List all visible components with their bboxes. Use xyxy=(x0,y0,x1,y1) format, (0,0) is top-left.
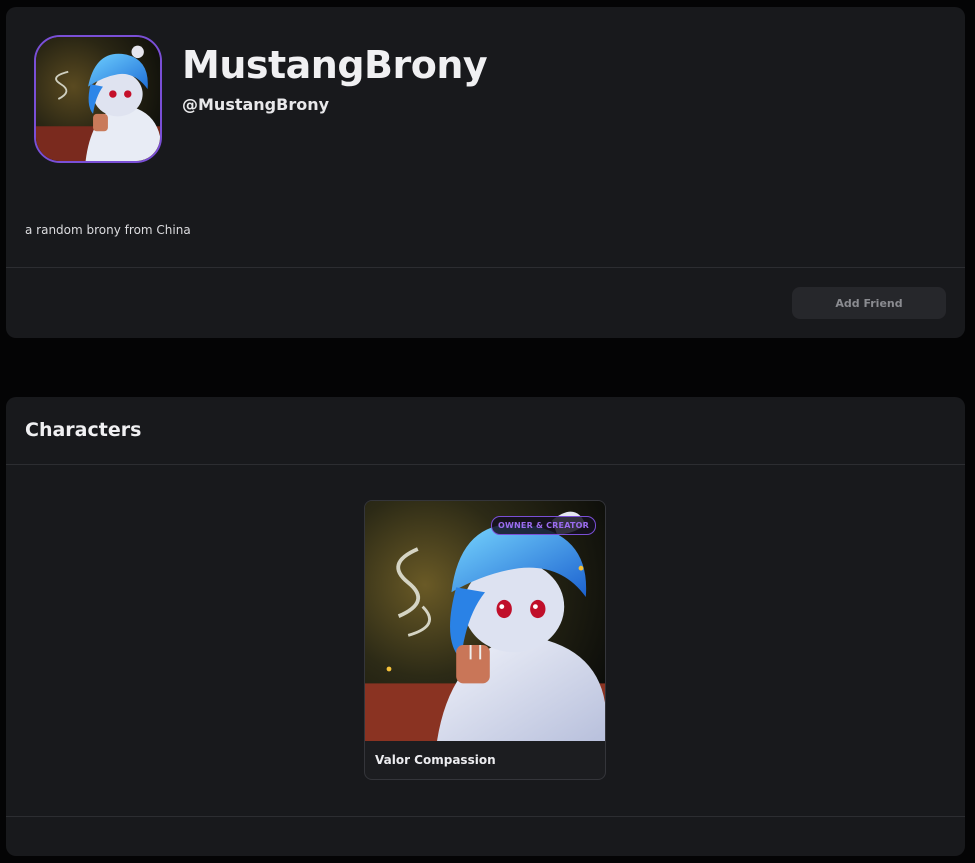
pony-avatar-icon xyxy=(36,37,160,161)
user-handle: @MustangBrony xyxy=(182,95,330,114)
character-art-icon xyxy=(365,501,605,741)
owner-badge: OWNER & CREATOR xyxy=(491,516,596,535)
character-card[interactable]: OWNER & CREATOR Valor Compassion xyxy=(364,500,606,780)
add-friend-button[interactable]: Add Friend xyxy=(792,287,946,319)
characters-card: Characters OWNER & CREATOR Valor Compass… xyxy=(6,397,965,856)
avatar[interactable] xyxy=(34,35,162,163)
divider xyxy=(6,267,965,268)
character-name: Valor Compassion xyxy=(375,753,496,767)
divider xyxy=(6,464,965,465)
profile-card: MustangBrony @MustangBrony a random bron… xyxy=(6,7,965,338)
section-title: Characters xyxy=(25,419,142,441)
display-name: MustangBrony xyxy=(182,43,488,87)
user-bio: a random brony from China xyxy=(25,223,191,237)
divider xyxy=(6,816,965,817)
